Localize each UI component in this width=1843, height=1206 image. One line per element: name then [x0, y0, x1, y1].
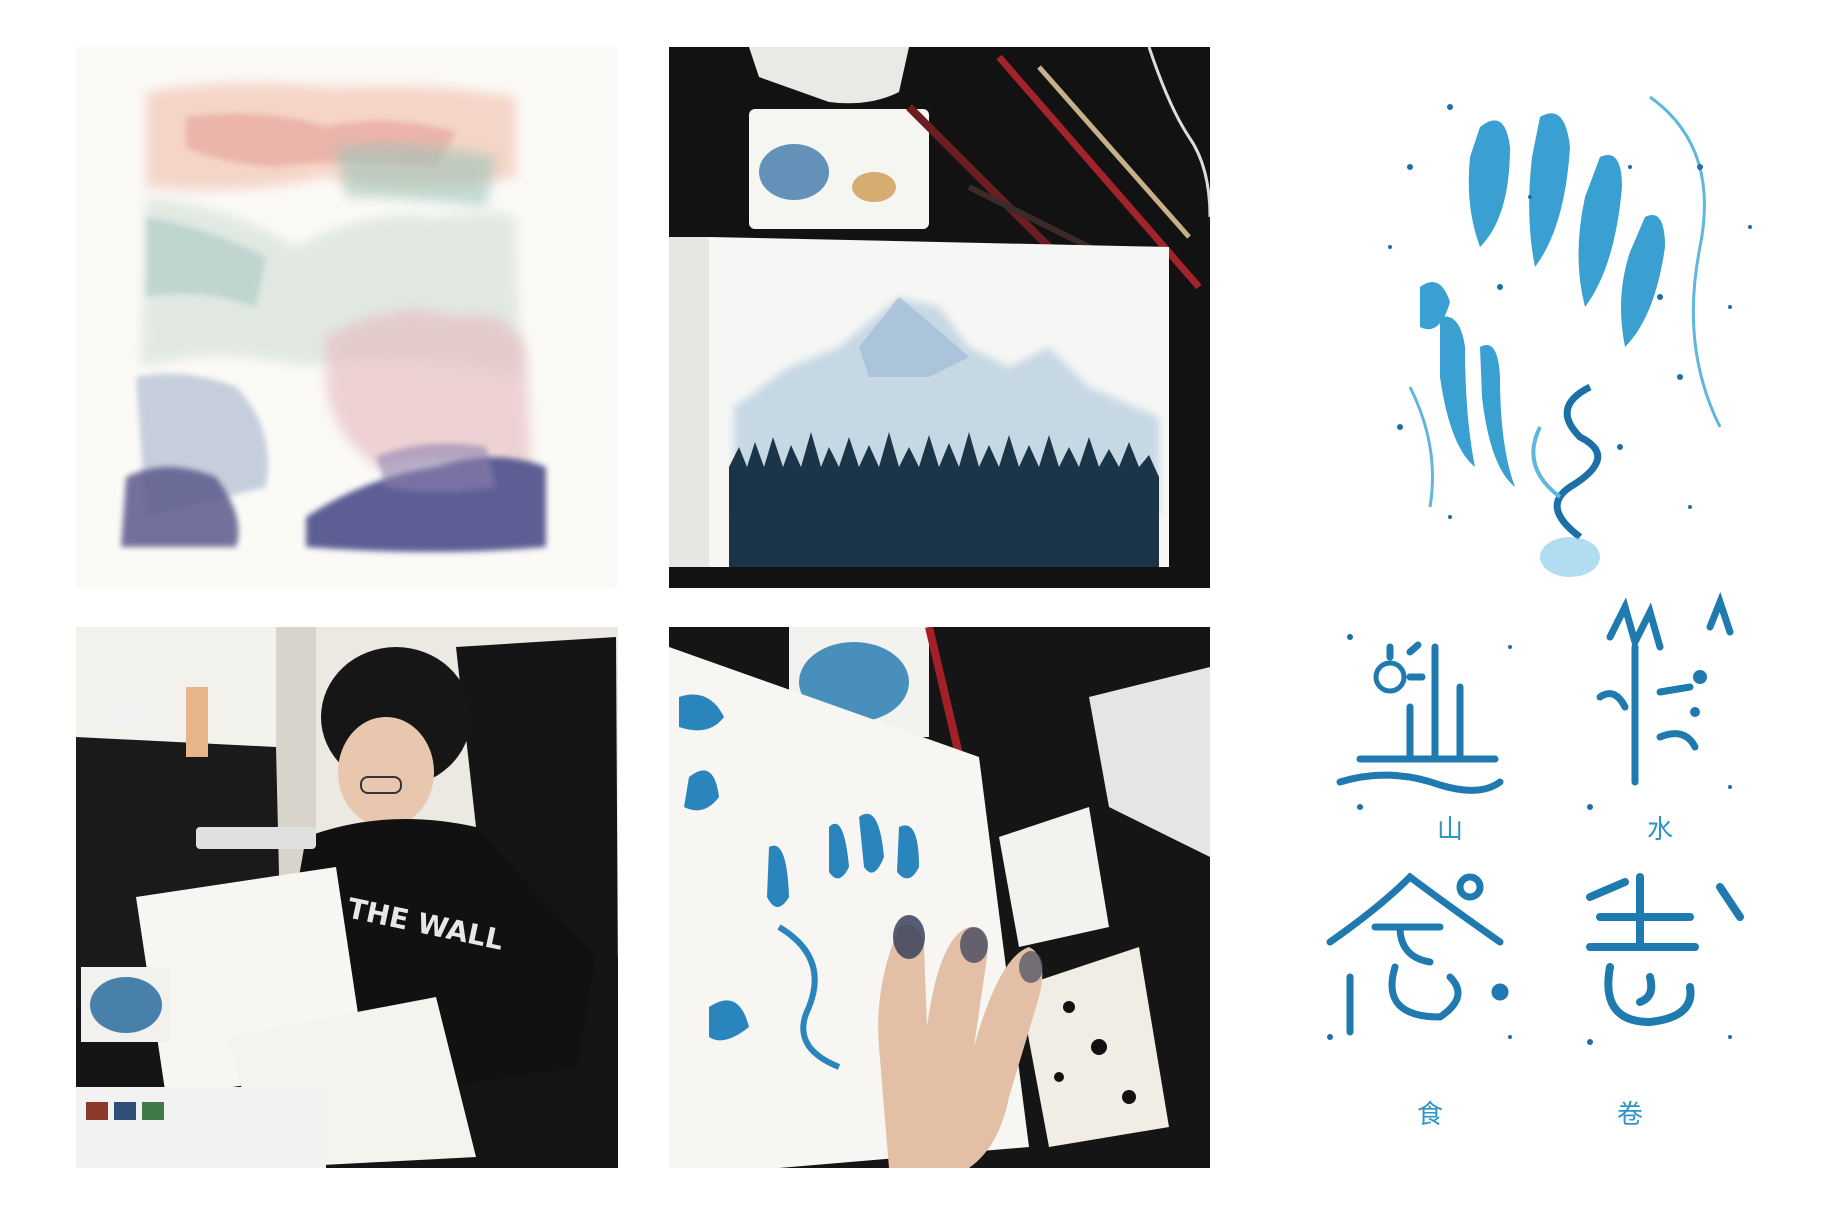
glyph-caption-2: 水 — [1646, 815, 1673, 845]
ink-calligraphy-artwork: 山 水 食 卷 — [1300, 47, 1820, 1168]
glyph-caption-1: 山 — [1436, 815, 1463, 845]
watercolor-landscape-photo — [76, 47, 618, 588]
ink-calligraphy-photo — [669, 627, 1210, 1168]
artist-at-desk-photo: THE WALL — [76, 627, 618, 1168]
mountain-painting-photo — [669, 47, 1210, 588]
glyph-caption-3: 食 — [1416, 1100, 1443, 1130]
glyph-caption-4: 卷 — [1616, 1100, 1643, 1130]
